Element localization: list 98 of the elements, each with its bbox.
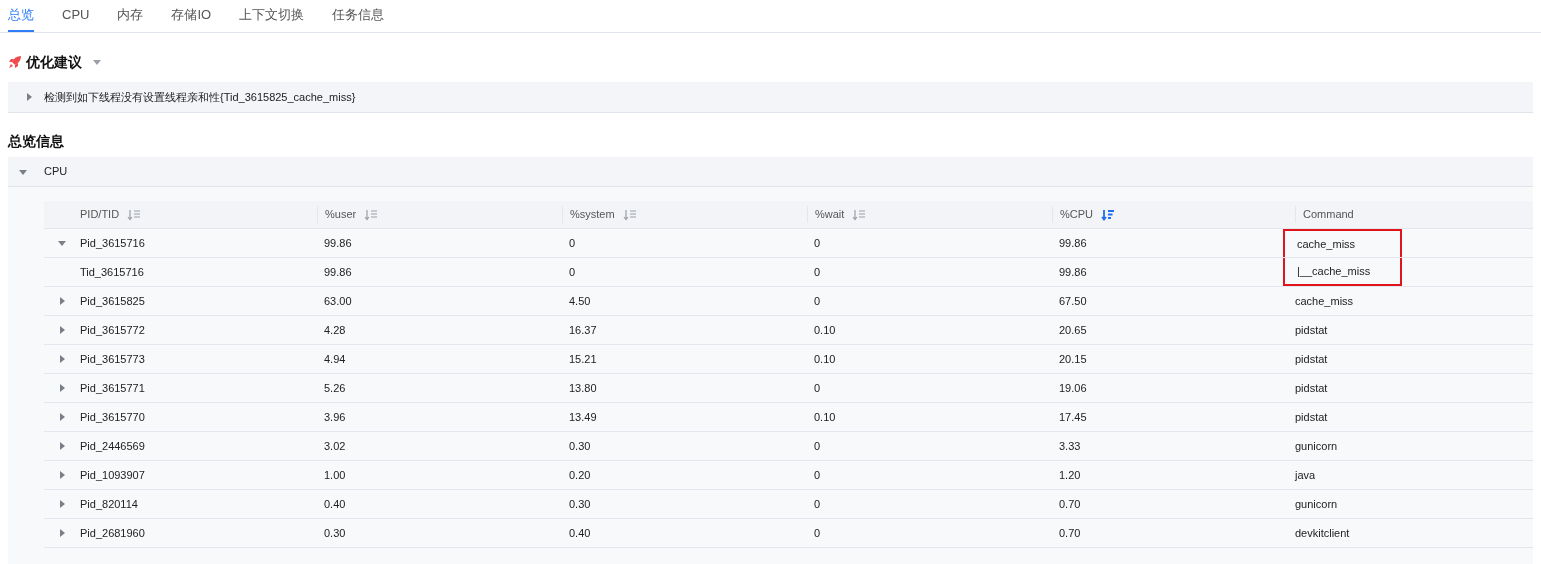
tab[interactable]: 内存 — [117, 0, 144, 32]
table-cell: 19.06 — [1059, 381, 1087, 394]
table-cell: 3.33 — [1059, 439, 1081, 452]
caret-right-icon[interactable] — [57, 441, 67, 451]
table-cell: 0 — [814, 497, 821, 510]
table-cell-text: Pid_3615773 — [80, 351, 145, 367]
column-header: PID/TID — [80, 207, 120, 223]
table-cell: 0 — [814, 381, 821, 394]
table-cell: 0.30 — [569, 439, 591, 452]
cpu-panel-header[interactable]: CPU — [8, 157, 1533, 187]
table-cell: 20.15 — [1059, 352, 1087, 365]
caret-down-icon[interactable] — [92, 57, 102, 67]
table-cell: 0.10 — [814, 352, 836, 365]
table-cell: 0 — [814, 265, 821, 278]
caret-right-icon[interactable] — [24, 92, 34, 102]
advice-text: 检测到如下线程没有设置线程亲和性{Tid_3615825_cache_miss} — [44, 89, 356, 105]
table-cell: 0 — [814, 236, 821, 249]
table-cell-text: Tid_3615716 — [80, 264, 144, 280]
panel-title: CPU — [44, 164, 68, 180]
table-cell-text: pidstat — [1295, 380, 1328, 396]
table-cell: 0.10 — [814, 410, 836, 423]
sort-icon[interactable] — [1101, 208, 1115, 221]
table-cell: 67.50 — [1059, 294, 1087, 307]
table-cell: 0.10 — [814, 323, 836, 336]
table-cell: 0.20 — [569, 468, 591, 481]
table-cell: 0.70 — [1059, 497, 1081, 510]
caret-right-icon[interactable] — [57, 325, 67, 335]
table-cell-text: pidstat — [1295, 409, 1328, 425]
section-title: 总览信息 — [6, 132, 64, 151]
table-cell-text: Pid_820114 — [80, 496, 138, 512]
column-header: %wait — [815, 207, 845, 223]
table-cell: 99.86 — [324, 265, 352, 278]
table-cell: 17.45 — [1059, 410, 1087, 423]
tab[interactable]: 任务信息 — [332, 0, 385, 32]
table-cell: 15.21 — [569, 352, 597, 365]
table-cell: 0 — [814, 439, 821, 452]
table-cell-text: Pid_3615771 — [80, 380, 145, 396]
column-header: %system — [570, 207, 615, 223]
column-header: %CPU — [1060, 207, 1093, 223]
table-cell-text: pidstat — [1295, 322, 1328, 338]
table-cell: 0.30 — [324, 526, 346, 539]
table-cell-text: Pid_2681960 — [80, 525, 145, 541]
caret-right-icon[interactable] — [57, 470, 67, 480]
column-header: Command — [1303, 207, 1354, 223]
section-title: 优化建议 — [26, 52, 82, 72]
table-cell: 0 — [814, 468, 821, 481]
table-cell: 0.40 — [569, 526, 591, 539]
table-cell: 0.40 — [324, 497, 346, 510]
table-cell: 20.65 — [1059, 323, 1087, 336]
column-header: %user — [325, 207, 357, 223]
table-cell: 3.96 — [324, 410, 346, 423]
table-cell: 0 — [814, 294, 821, 307]
advice-panel[interactable]: 检测到如下线程没有设置线程亲和性{Tid_3615825_cache_miss} — [8, 82, 1533, 113]
table-cell: 13.80 — [569, 381, 597, 394]
table-cell: 0 — [814, 526, 821, 539]
table-cell-text: |__cache_miss — [1297, 263, 1371, 279]
table-cell-text: cache_miss — [1297, 236, 1356, 252]
table-cell-text: gunicorn — [1295, 496, 1338, 512]
table-cell: 99.86 — [1059, 265, 1087, 278]
caret-right-icon[interactable] — [57, 354, 67, 364]
table-cell: 0.70 — [1059, 526, 1081, 539]
table-cell: 1.00 — [324, 468, 346, 481]
table-cell: 3.02 — [324, 439, 346, 452]
table-cell: 5.26 — [324, 381, 346, 394]
table-cell-text: Pid_2446569 — [80, 438, 145, 454]
table-cell: 99.86 — [1059, 236, 1087, 249]
rocket-icon — [8, 55, 22, 69]
tab[interactable]: CPU — [62, 0, 90, 32]
table-cell-text: pidstat — [1295, 351, 1328, 367]
table-cell: 0 — [569, 265, 576, 278]
table-cell: 4.50 — [569, 294, 591, 307]
table-cell: 1.20 — [1059, 468, 1081, 481]
table-cell: 0.30 — [569, 497, 591, 510]
caret-right-icon[interactable] — [57, 383, 67, 393]
table-cell-text: java — [1295, 467, 1316, 483]
tab[interactable]: 总览 — [8, 0, 34, 32]
table-cell-text: devkitclient — [1295, 525, 1350, 541]
table-cell-text: Pid_1093907 — [80, 467, 145, 483]
table-cell: 4.28 — [324, 323, 346, 336]
tab[interactable]: 存储IO — [171, 0, 212, 32]
table-cell-text: cache_miss — [1295, 293, 1354, 309]
table-cell: 16.37 — [569, 323, 597, 336]
table-cell: 4.94 — [324, 352, 346, 365]
table-cell: 0 — [569, 236, 576, 249]
table-cell-text: Pid_3615772 — [80, 322, 145, 338]
caret-down-icon[interactable] — [57, 238, 67, 248]
caret-right-icon[interactable] — [57, 528, 67, 538]
table-cell-text: Pid_3615716 — [80, 235, 145, 251]
table-cell: 99.86 — [324, 236, 352, 249]
table-cell: 63.00 — [324, 294, 352, 307]
table-cell-text: gunicorn — [1295, 438, 1338, 454]
tab[interactable]: 上下文切换 — [239, 0, 305, 32]
caret-right-icon[interactable] — [57, 296, 67, 306]
table-cell: 13.49 — [569, 410, 597, 423]
caret-right-icon[interactable] — [57, 412, 67, 422]
caret-right-icon[interactable] — [57, 499, 67, 509]
table-cell-text: Pid_3615770 — [80, 409, 145, 425]
table-cell-text: Pid_3615825 — [80, 293, 145, 309]
